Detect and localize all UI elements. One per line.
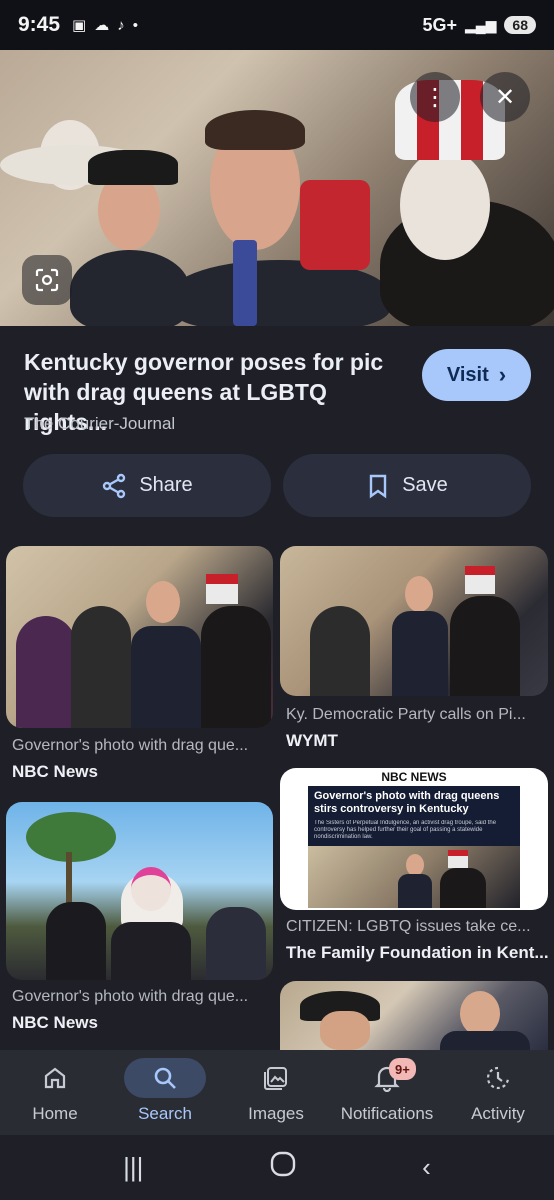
related-caption: CITIZEN: LGBTQ issues take ce... xyxy=(286,918,531,935)
activity-icon xyxy=(466,1058,530,1098)
thumb-body: The Sisters of Perpetual Indulgence, an … xyxy=(314,820,497,840)
tiktok-icon: ♪ xyxy=(117,16,125,34)
back-icon[interactable]: ‹ xyxy=(422,1152,431,1183)
share-button[interactable]: Share xyxy=(23,454,271,517)
hero-figure xyxy=(300,180,370,270)
search-icon xyxy=(124,1058,206,1098)
images-icon xyxy=(244,1058,308,1098)
related-source: NBC News xyxy=(12,762,98,781)
thumb-headline: Governor's photo with drag queens stirs … xyxy=(314,790,500,815)
nav-activity[interactable]: Activity xyxy=(443,1050,553,1135)
nav-activity-label: Activity xyxy=(471,1104,525,1123)
home-icon xyxy=(23,1058,87,1098)
network-type: 5G+ xyxy=(422,14,457,35)
signal-icon: ▂▄▆ xyxy=(464,16,497,33)
status-time: 9:45 xyxy=(18,13,61,36)
related-source: NBC News xyxy=(12,1013,98,1032)
cloud-icon: ☁ xyxy=(94,17,110,34)
related-caption: Governor's photo with drag que... xyxy=(12,737,249,754)
visit-label: Visit xyxy=(446,363,489,386)
result-source: The Courier-Journal xyxy=(24,414,176,433)
nav-home-label: Home xyxy=(32,1104,78,1123)
related-thumbnail[interactable] xyxy=(280,981,548,1050)
nav-notifications-label: Notifications xyxy=(340,1104,434,1123)
status-bar: 9:45 ▣ ☁ ♪ • 5G+ ▂▄▆ 68 xyxy=(0,0,554,50)
related-source: The Family Foundation in Kent... xyxy=(286,943,548,962)
chevron-right-icon: › xyxy=(498,362,507,387)
nav-search[interactable]: Search xyxy=(110,1050,220,1135)
recents-icon[interactable]: ||| xyxy=(123,1152,143,1183)
hero-figure xyxy=(233,240,257,326)
save-button[interactable]: Save xyxy=(283,454,531,517)
related-thumbnail[interactable] xyxy=(6,802,273,980)
lens-icon[interactable] xyxy=(22,255,72,305)
nav-notifications[interactable]: 9+ Notifications xyxy=(331,1050,443,1135)
close-icon[interactable]: ✕ xyxy=(480,72,530,122)
related-thumbnail[interactable] xyxy=(6,546,273,728)
hero-image[interactable]: ⋮ ✕ xyxy=(0,50,554,326)
notification-badge: 9+ xyxy=(389,1058,416,1080)
bottom-navigation: Home Search Images 9+ Notifications Acti… xyxy=(0,1050,554,1135)
save-label: Save xyxy=(402,474,448,496)
nav-search-label: Search xyxy=(138,1104,192,1123)
share-label: Share xyxy=(139,474,193,496)
related-thumbnail[interactable] xyxy=(280,546,548,696)
battery-level: 68 xyxy=(504,16,536,34)
share-icon xyxy=(103,473,126,498)
hero-figure xyxy=(400,150,490,260)
related-thumbnail[interactable]: NBC NEWS Governor's photo with drag quee… xyxy=(280,768,548,910)
visit-button[interactable]: Visit › xyxy=(422,349,531,401)
system-navigation: ||| ‹ xyxy=(0,1135,554,1200)
screenshot-icon: ▣ xyxy=(72,17,87,34)
bookmark-icon xyxy=(370,474,387,498)
more-options-icon[interactable]: ⋮ xyxy=(410,72,460,122)
nav-images[interactable]: Images xyxy=(221,1050,331,1135)
thumb-brand: NBC NEWS xyxy=(381,770,447,784)
hero-figure xyxy=(88,150,178,185)
hero-figure xyxy=(205,110,305,150)
nav-home[interactable]: Home xyxy=(0,1050,110,1135)
dot-icon: • xyxy=(132,16,138,34)
related-caption: Ky. Democratic Party calls on Pi... xyxy=(286,706,526,723)
lens-glyph-icon xyxy=(35,268,59,292)
nav-images-label: Images xyxy=(248,1104,304,1123)
related-source: WYMT xyxy=(286,731,338,750)
home-circle-icon[interactable] xyxy=(270,1151,296,1184)
related-caption: Governor's photo with drag que... xyxy=(12,988,249,1005)
